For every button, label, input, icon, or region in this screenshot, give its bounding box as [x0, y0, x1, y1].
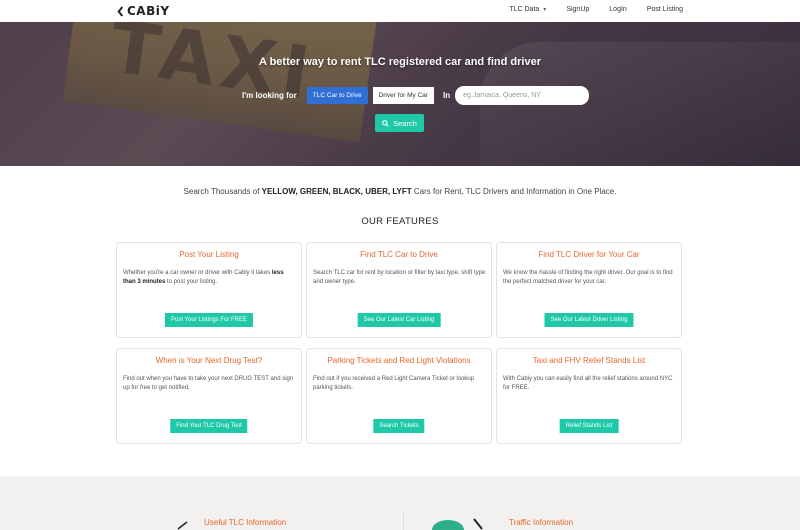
brand-logo[interactable]: CABiY [116, 4, 170, 18]
option-car-button[interactable]: TLC Car to Drive [306, 87, 368, 104]
card-text: Find out when you have to take your next… [123, 376, 294, 391]
card-title: Find TLC Car to Drive [360, 250, 438, 259]
info-band [0, 476, 800, 530]
car-listing-button[interactable]: See Our Latest Car Listing [357, 313, 441, 327]
search-icon [382, 119, 389, 127]
traffic-info-link[interactable]: Traffic Information [509, 518, 573, 527]
location-input[interactable]: eg.Jamaica, Queens, NY [455, 86, 590, 105]
document-icon [177, 521, 188, 530]
traffic-map-icon [432, 518, 483, 530]
nav-post-listing[interactable]: Post Listing [647, 6, 683, 13]
search-form: I'm looking for TLC Car to Drive Driver … [242, 86, 590, 105]
card-text: Find out if you received a Red Light Cam… [313, 376, 475, 391]
feature-card-drug-test: When is Your Next Drug Test? Find out wh… [116, 348, 302, 444]
hero-title: A better way to rent TLC registered car … [259, 56, 541, 68]
chevron-down-icon: ▾ [543, 7, 547, 13]
card-text: We know the hassle of finding the right … [503, 270, 673, 285]
nav-signup[interactable]: SignUp [566, 6, 589, 13]
feature-card-find-driver: Find TLC Driver for Your Car We know the… [496, 242, 682, 338]
top-navbar: CABiY TLC Data ▾ SignUp LogIn Post Listin… [0, 0, 800, 22]
search-button[interactable]: Search [375, 114, 424, 132]
nav-tlc-data[interactable]: TLC Data ▾ [509, 6, 546, 13]
tagline: Search Thousands of YELLOW, GREEN, BLACK… [183, 187, 617, 196]
hero-banner: TAXI A better way to rent TLC registered… [0, 22, 800, 166]
card-title: Post Your Listing [179, 250, 239, 259]
option-driver-button[interactable]: Driver for My Car [372, 87, 435, 104]
feature-card-tickets: Parking Tickets and Red Light Violations… [306, 348, 492, 444]
search-tickets-button[interactable]: Search Tickets [373, 419, 425, 433]
looking-for-label: I'm looking for [242, 91, 297, 100]
card-text: Search TLC car for rent by location or f… [313, 270, 486, 285]
driver-listing-button[interactable]: See Our Latest Driver Listing [544, 313, 634, 327]
in-label: In [443, 91, 451, 100]
post-listing-button[interactable]: Post Your Listings For FREE [164, 313, 254, 327]
card-title: When is Your Next Drug Test? [155, 356, 263, 365]
nav-links: TLC Data ▾ SignUp LogIn Post Listing [509, 6, 683, 13]
feature-card-post-listing: Post Your Listing Whether you're a car o… [116, 242, 302, 338]
card-text: Whether you're a car owner or driver wit… [123, 270, 284, 285]
relief-stands-button[interactable]: Relief Stands List [559, 419, 619, 433]
car-logo-icon [117, 5, 124, 17]
brand-name: CABiY [127, 4, 170, 18]
card-title: Find TLC Driver for Your Car [538, 250, 640, 259]
feature-card-find-car: Find TLC Car to Drive Search TLC car for… [306, 242, 492, 338]
card-title: Taxi and FHV Relief Stands List [532, 356, 646, 365]
nav-login[interactable]: LogIn [609, 6, 627, 13]
card-title: Parking Tickets and Red Light Violations [327, 356, 471, 365]
card-text: With Cabiy you can easily find all the r… [503, 376, 673, 391]
useful-tlc-info-link[interactable]: Useful TLC Information [204, 518, 286, 527]
features-title: OUR FEATURES [361, 216, 439, 227]
drug-test-button[interactable]: Find Your TLC Drug Test [170, 419, 248, 433]
feature-card-relief-stands: Taxi and FHV Relief Stands List With Cab… [496, 348, 682, 444]
